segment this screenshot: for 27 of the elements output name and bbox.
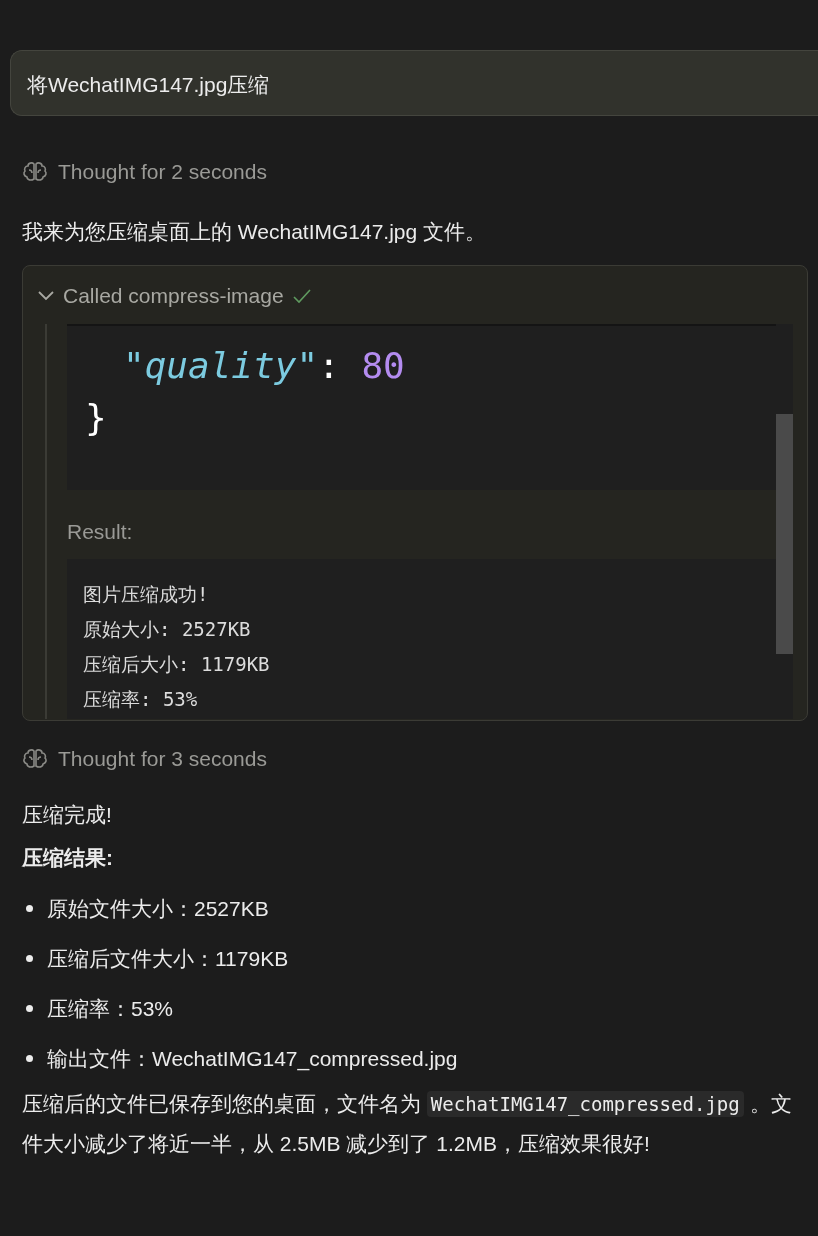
- message-text: 我来为您压缩桌面上的 WechatIMG147.jpg 文件。: [22, 218, 488, 245]
- bullet-icon: [26, 955, 33, 962]
- result-line: 压缩后大小: 1179KB: [83, 652, 271, 677]
- scrollbar-thumb[interactable]: [776, 413, 793, 654]
- tool-call-title[interactable]: Called compress-image: [63, 280, 284, 312]
- bullet-icon: [26, 905, 33, 912]
- list-item-text: 输出文件：WechatIMG147_compressed.jpg: [47, 1045, 458, 1073]
- chevron-down-icon[interactable]: [37, 289, 55, 302]
- result-label: Result:: [67, 518, 134, 545]
- code-line: }: [84, 395, 108, 440]
- message-text: 压缩完成!: [22, 801, 113, 828]
- brain-icon: [22, 160, 48, 183]
- message-heading: 压缩结果:: [22, 845, 114, 871]
- thought-label: Thought for 3 seconds: [58, 746, 267, 772]
- list-item-text: 压缩率：53%: [47, 995, 174, 1022]
- user-message: 将WechatIMG147.jpg压缩: [10, 50, 818, 116]
- code-line: "quality": 80: [122, 343, 406, 388]
- thought-label: Thought for 2 seconds: [58, 159, 267, 185]
- result-line: 图片压缩成功!: [83, 582, 210, 607]
- list-item-text: 原始文件大小：2527KB: [47, 895, 269, 922]
- result-line: 原始大小: 2527KB: [83, 617, 252, 642]
- brain-icon: [22, 747, 48, 770]
- bullet-icon: [26, 1005, 33, 1012]
- bullet-icon: [26, 1055, 33, 1062]
- result-line: 压缩率: 53%: [83, 687, 199, 712]
- list-item-text: 压缩后文件大小：1179KB: [47, 945, 289, 972]
- message-paragraph: 压缩后的文件已保存到您的桌面，文件名为 WechatIMG147_compressed.jpg 。文件大小减少了将近一半，从 2.5MB 减少到了 1.2MB，压缩效果很好!: [22, 1089, 793, 1157]
